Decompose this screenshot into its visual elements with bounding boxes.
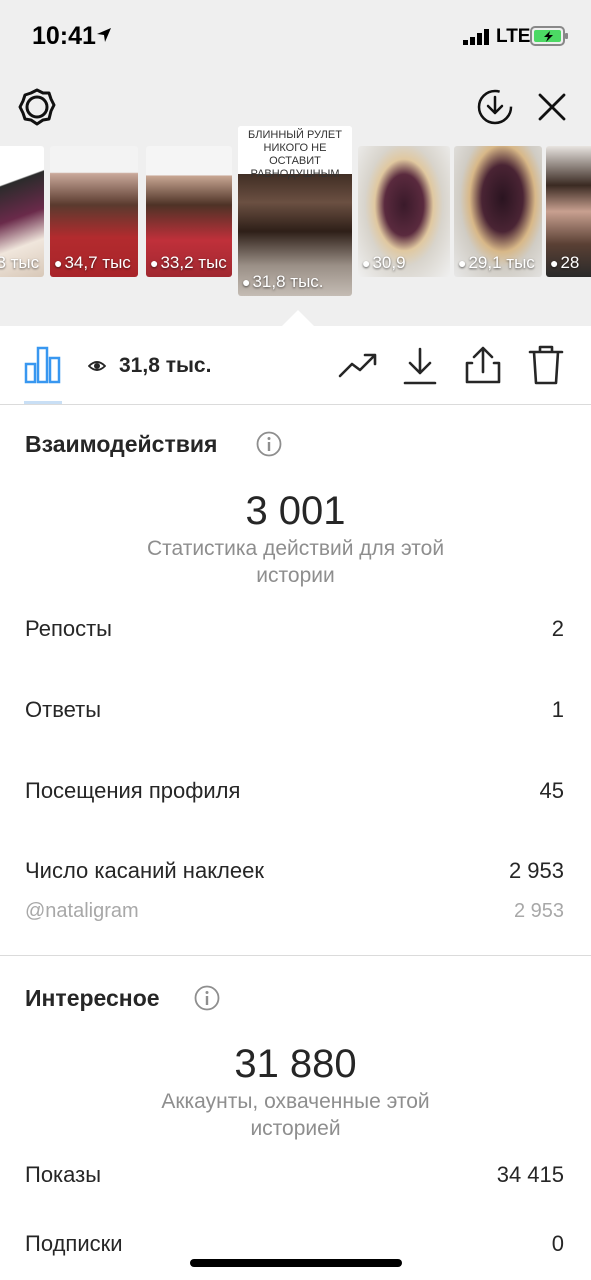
- signal-icon: [463, 29, 489, 45]
- eye-icon: ●: [242, 274, 251, 290]
- info-icon[interactable]: [194, 985, 220, 1011]
- sticker-taps-label: Число касаний наклеек: [25, 858, 264, 883]
- location-arrow-icon: [97, 28, 111, 42]
- story-views: 28: [560, 253, 580, 272]
- section-divider: [0, 955, 591, 956]
- story-views: 31,8 тыс.: [252, 272, 324, 291]
- story-caption: БЛИННЫЙ РУЛЕТ НИКОГО НЕ ОСТАВИТ РАВНОДУШ…: [238, 126, 352, 180]
- active-tab-indicator: [24, 401, 62, 404]
- views-count: 31,8 тыс.: [119, 354, 212, 377]
- story-thumbnail[interactable]: ● 33,2 тыс: [146, 146, 232, 277]
- eye-icon: ●: [362, 255, 371, 271]
- replies-value: 1: [551, 697, 564, 722]
- interactions-caption: Статистика действий для этой истории: [146, 537, 445, 587]
- profile-visits-label: Посещения профиля: [25, 778, 241, 803]
- eye-icon: ●: [550, 255, 559, 271]
- discovery-title: Интересное: [25, 985, 160, 1011]
- sticker-handle-value: 2 953: [513, 900, 564, 922]
- story-views: 30,9: [372, 253, 406, 272]
- selection-pointer: [282, 310, 314, 326]
- story-views: 34,7 тыс: [64, 253, 131, 272]
- eye-icon: ●: [150, 255, 159, 271]
- share-icon[interactable]: [464, 345, 502, 385]
- info-icon[interactable]: [256, 431, 282, 457]
- follows-label: Подписки: [25, 1231, 123, 1256]
- sticker-taps-value: 2 953: [508, 858, 564, 883]
- reach-caption: Аккаунты, охваченные этой историей: [161, 1090, 430, 1140]
- story-thumbnail[interactable]: ● 30,9: [358, 146, 450, 277]
- impressions-label: Показы: [25, 1162, 102, 1187]
- battery-icon: [530, 26, 568, 46]
- story-header: 10:41 LTE ●3 тыс ●34,7 тыс ●33,2 тыс БЛИ…: [0, 0, 591, 326]
- interactions-total: 3 001: [245, 489, 346, 533]
- insights-toolbar: 31,8 тыс.: [0, 326, 591, 405]
- home-indicator[interactable]: [190, 1259, 402, 1267]
- story-views: 33,2 тыс: [160, 253, 227, 272]
- story-thumbnail[interactable]: ● 28: [546, 146, 591, 277]
- reposts-value: 2: [551, 616, 564, 641]
- trending-icon[interactable]: [338, 350, 378, 380]
- story-views: 3 тыс: [0, 253, 40, 272]
- interactions-title: Взаимодействия: [25, 431, 218, 457]
- eye-icon: ●: [458, 255, 467, 271]
- network-type: LTE: [496, 26, 531, 47]
- eye-icon: ●: [54, 255, 63, 271]
- follows-value: 0: [551, 1231, 564, 1256]
- impressions-value: 34 415: [496, 1162, 564, 1187]
- status-time: 10:41: [32, 22, 96, 50]
- profile-visits-value: 45: [539, 778, 564, 803]
- story-thumbnail[interactable]: ● 29,1 тыс: [454, 146, 542, 277]
- close-icon[interactable]: [537, 92, 567, 122]
- trash-icon[interactable]: [528, 345, 564, 385]
- replies-label: Ответы: [25, 697, 102, 722]
- download-icon[interactable]: [402, 346, 438, 386]
- story-views: 29,1 тыс: [468, 253, 535, 272]
- reposts-label: Репосты: [25, 616, 112, 641]
- story-thumbnail-selected[interactable]: БЛИННЫЙ РУЛЕТ НИКОГО НЕ ОСТАВИТ РАВНОДУШ…: [238, 126, 352, 296]
- story-thumbnail[interactable]: ●3 тыс: [0, 146, 44, 277]
- settings-gear-icon[interactable]: [17, 87, 57, 127]
- reach-total: 31 880: [234, 1042, 357, 1086]
- download-circle-icon[interactable]: [476, 88, 514, 126]
- sticker-handle-label[interactable]: @nataligram: [25, 900, 139, 923]
- bar-chart-icon[interactable]: [24, 344, 62, 384]
- eye-icon: [88, 361, 106, 371]
- story-thumbnail[interactable]: ● 34,7 тыс: [50, 146, 138, 277]
